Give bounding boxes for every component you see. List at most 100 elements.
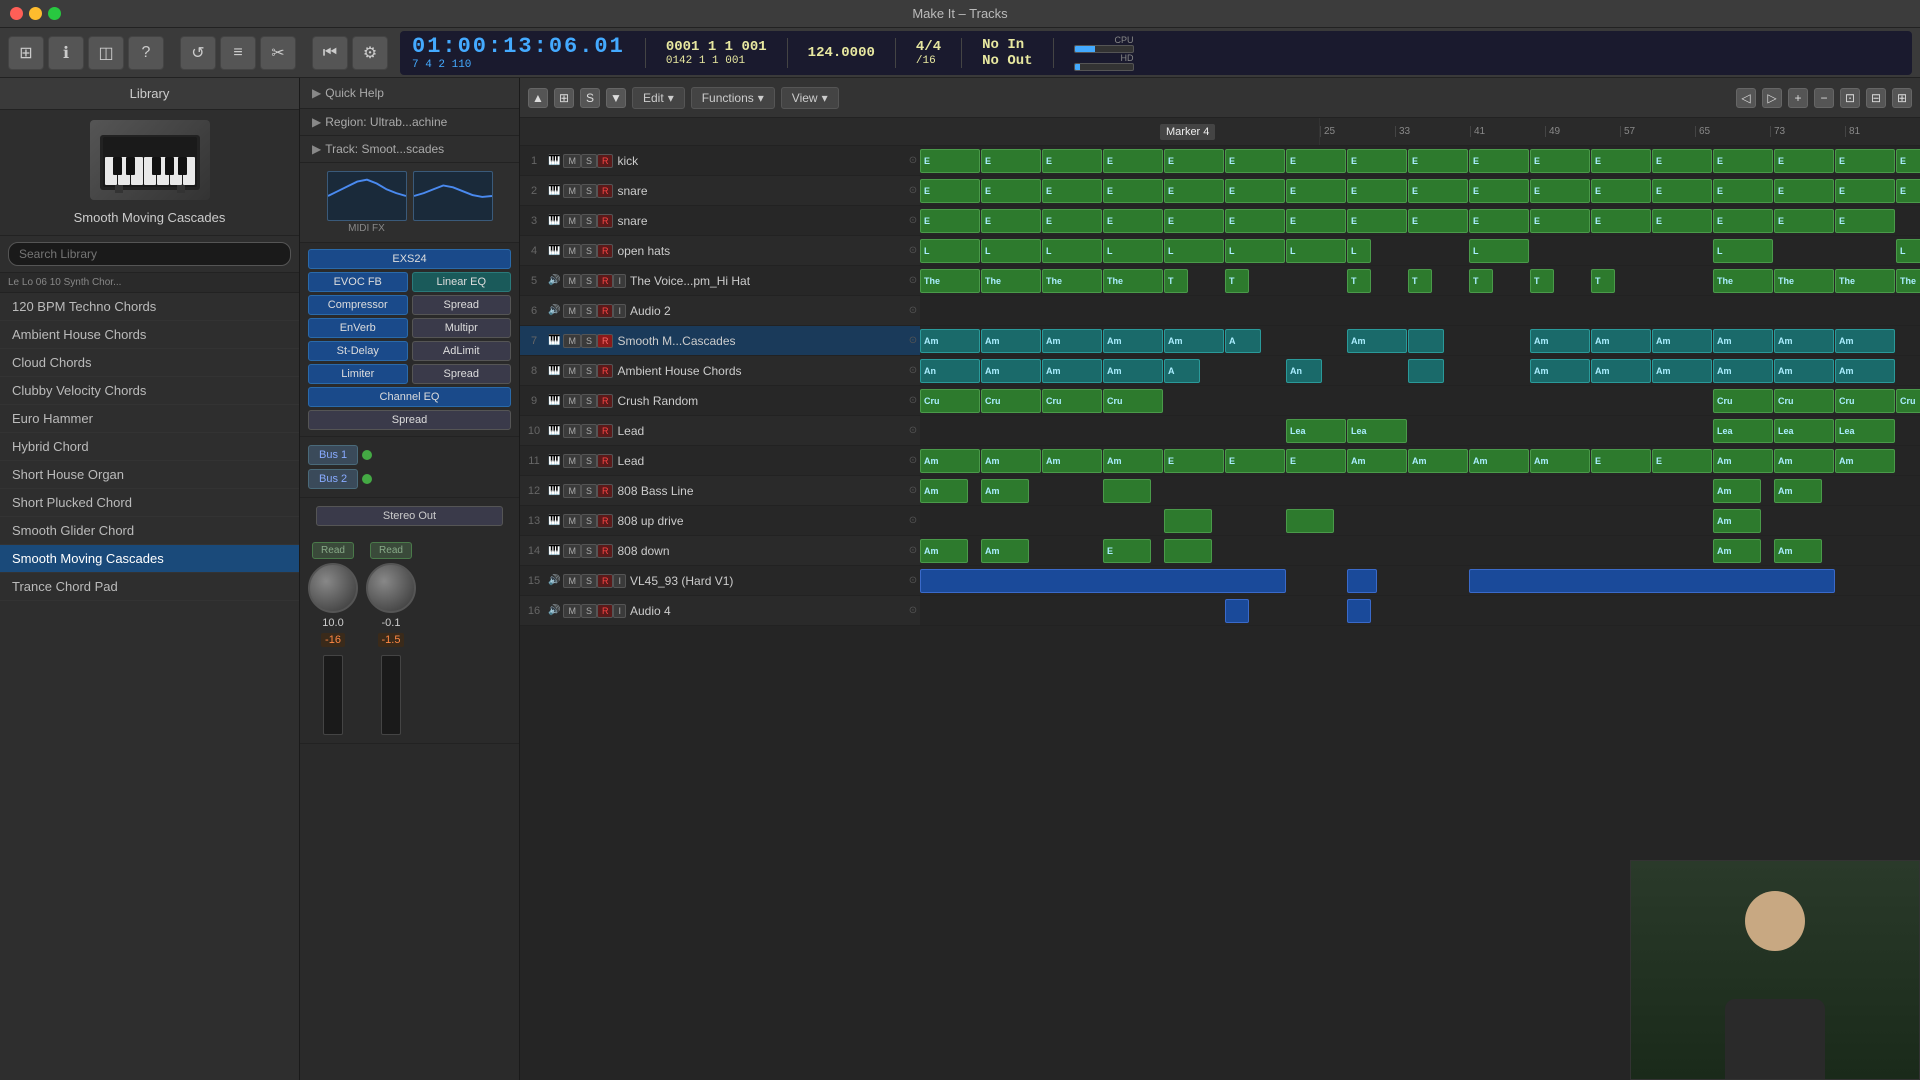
track-segment[interactable]: E	[1042, 179, 1102, 203]
track-settings-icon[interactable]: ⊙	[906, 154, 920, 168]
track-segment[interactable]: Cru	[1042, 389, 1102, 413]
track-segment[interactable]: E	[1713, 179, 1773, 203]
tools-button[interactable]: ✂	[260, 36, 296, 70]
track-row[interactable]: 13 🎹 M S R 808 up drive ⊙	[520, 506, 920, 536]
library-item[interactable]: Ambient House Chords	[0, 321, 299, 349]
stereo-out-button[interactable]: Stereo Out	[316, 506, 503, 526]
add-track-button[interactable]: ▲	[528, 88, 548, 108]
record-button[interactable]: R	[597, 544, 614, 558]
input-monitor-button[interactable]: I	[613, 604, 626, 618]
track-segment[interactable]: Am	[1774, 359, 1834, 383]
track-row[interactable]: 12 🎹 M S R 808 Bass Line ⊙	[520, 476, 920, 506]
solo-button[interactable]: S	[581, 604, 597, 618]
track-row[interactable]: 2 🎹 M S R snare ⊙	[520, 176, 920, 206]
library-item[interactable]: 120 BPM Techno Chords	[0, 293, 299, 321]
edit-menu[interactable]: Edit ▾	[632, 87, 685, 109]
track-segment[interactable]: The	[1713, 269, 1773, 293]
track-segment[interactable]: E	[920, 179, 980, 203]
close-button[interactable]	[10, 7, 23, 20]
track-segment[interactable]	[1347, 569, 1377, 593]
track-settings-icon[interactable]: ⊙	[906, 304, 920, 318]
track-segment[interactable]: E	[981, 209, 1041, 233]
library-item[interactable]: Euro Hammer	[0, 405, 299, 433]
track-segment[interactable]: E	[1225, 149, 1285, 173]
track-segment[interactable]: T	[1408, 269, 1432, 293]
track-segment[interactable]	[1286, 509, 1334, 533]
track-segment[interactable]: Cru	[1713, 389, 1773, 413]
track-segment[interactable]: L	[1042, 239, 1102, 263]
track-segment[interactable]: The	[920, 269, 980, 293]
track-row[interactable]: 16 🔊 M S R I Audio 4 ⊙	[520, 596, 920, 626]
track-segment[interactable]	[1164, 509, 1212, 533]
track-segment[interactable]: Am	[1347, 449, 1407, 473]
track-row[interactable]: 3 🎹 M S R snare ⊙	[520, 206, 920, 236]
region-select-button[interactable]: ⊡	[1840, 88, 1860, 108]
track-segment[interactable]: Am	[981, 479, 1029, 503]
track-segment[interactable]: E	[1835, 209, 1895, 233]
rewind-button[interactable]: ⏮	[312, 36, 348, 70]
track-segment[interactable]: E	[1042, 149, 1102, 173]
record-button[interactable]: R	[597, 244, 614, 258]
track-segment[interactable]	[1164, 539, 1212, 563]
mixer-button[interactable]: ≡	[220, 36, 256, 70]
filter-button[interactable]: ⊞	[1892, 88, 1912, 108]
help-button[interactable]: ?	[128, 36, 164, 70]
mute-button[interactable]: M	[563, 334, 581, 348]
track-row[interactable]: 7 🎹 M S R Smooth M...Cascades ⊙	[520, 326, 920, 356]
track-segment[interactable]: Am	[920, 539, 968, 563]
fader-knob-2[interactable]	[366, 563, 416, 613]
track-segment[interactable]: Am	[1713, 479, 1761, 503]
track-segment[interactable]: E	[1469, 149, 1529, 173]
solo-button[interactable]: S	[581, 454, 597, 468]
track-row[interactable]: 10 🎹 M S R Lead ⊙	[520, 416, 920, 446]
spread4-plugin[interactable]: Spread	[308, 410, 511, 430]
track-settings-icon[interactable]: ⊙	[906, 334, 920, 348]
region-info-section[interactable]: ▶Region: Ultrab...achine	[300, 109, 519, 136]
solo-button[interactable]: S	[581, 514, 597, 528]
track-segment[interactable]: An	[1286, 359, 1322, 383]
linear-eq-plugin[interactable]: Linear EQ	[412, 272, 512, 292]
track-segment[interactable]: E	[1591, 179, 1651, 203]
enverb-plugin[interactable]: EnVerb	[308, 318, 408, 338]
solo-button[interactable]: S	[581, 304, 597, 318]
track-segment[interactable]: Am	[1713, 509, 1761, 533]
track-segment[interactable]	[1347, 599, 1371, 623]
track-segment[interactable]: E	[920, 209, 980, 233]
track-settings-icon[interactable]: ⊙	[906, 574, 920, 588]
track-segment[interactable]: E	[1774, 209, 1834, 233]
track-segment[interactable]: Am	[1835, 359, 1895, 383]
track-segment[interactable]: Lea	[1347, 419, 1407, 443]
track-settings-icon[interactable]: ⊙	[906, 544, 920, 558]
mute-button[interactable]: M	[563, 214, 581, 228]
library-item[interactable]: Short House Organ	[0, 461, 299, 489]
track-segment[interactable]: E	[1164, 179, 1224, 203]
track-row[interactable]: 4 🎹 M S R open hats ⊙	[520, 236, 920, 266]
track-segment[interactable]: E	[1164, 209, 1224, 233]
track-segment[interactable]: A	[1164, 359, 1200, 383]
evoc-plugin[interactable]: EVOC FB	[308, 272, 408, 292]
track-segment[interactable]: T	[1347, 269, 1371, 293]
track-segment[interactable]: Am	[920, 329, 980, 353]
track-segment[interactable]: E	[1408, 179, 1468, 203]
track-segment[interactable]: E	[1286, 149, 1346, 173]
track-segment[interactable]: Cru	[981, 389, 1041, 413]
solo-button[interactable]: S	[581, 244, 597, 258]
track-segment[interactable]: E	[1408, 149, 1468, 173]
track-segment[interactable]: Am	[1652, 329, 1712, 353]
track-segment[interactable]: The	[1835, 269, 1895, 293]
channel-eq-plugin[interactable]: Channel EQ	[308, 387, 511, 407]
spread3-plugin[interactable]: Spread	[412, 364, 512, 384]
input-monitor-button[interactable]: I	[613, 574, 626, 588]
track-segment[interactable]: T	[1591, 269, 1615, 293]
track-segment[interactable]	[1469, 569, 1835, 593]
solo-button[interactable]: S	[581, 574, 597, 588]
quick-help-section[interactable]: ▶Quick Help	[300, 78, 519, 109]
mute-button[interactable]: M	[563, 574, 581, 588]
track-segment[interactable]: E	[1896, 179, 1920, 203]
mute-button[interactable]: M	[563, 604, 581, 618]
track-segment[interactable]: Lea	[1774, 419, 1834, 443]
track-segment[interactable]: Am	[920, 479, 968, 503]
track-segment[interactable]: E	[1103, 539, 1151, 563]
track-segment[interactable]: Am	[1835, 329, 1895, 353]
track-settings-icon[interactable]: ⊙	[906, 274, 920, 288]
